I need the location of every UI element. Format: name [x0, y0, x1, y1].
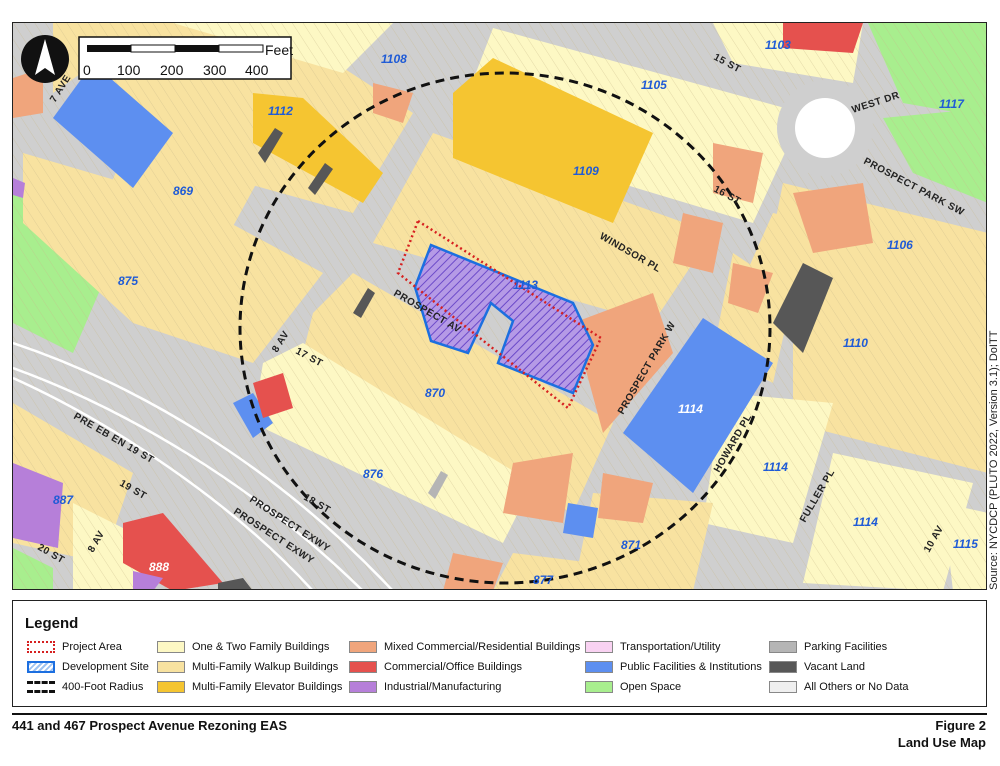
block-label: 1106 [887, 238, 913, 252]
scale-tick: 0 [83, 62, 91, 78]
legend-label: Vacant Land [804, 661, 865, 673]
block-label: 1113 [513, 278, 538, 292]
legend-item: Multi-Family Walkup Buildings [157, 661, 338, 673]
legend-item: Transportation/Utility [585, 641, 720, 653]
block-label: 1117 [939, 97, 965, 111]
scale-tick: 300 [203, 62, 227, 78]
legend-item: Parking Facilities [769, 641, 887, 653]
legend-item-radius: 400-Foot Radius [27, 681, 143, 693]
legend-item: Vacant Land [769, 661, 865, 673]
color-swatch [769, 681, 797, 693]
block-label: 1108 [381, 52, 407, 66]
legend-label: 400-Foot Radius [62, 681, 144, 693]
scale-tick: 100 [117, 62, 141, 78]
legend-label: Public Facilities & Institutions [620, 661, 762, 673]
scale-tick: 200 [160, 62, 184, 78]
legend-label: Open Space [620, 681, 682, 693]
project-area-swatch [27, 641, 55, 653]
color-swatch [769, 661, 797, 673]
block-label: 887 [53, 493, 74, 507]
legend-item: Open Space [585, 681, 681, 693]
legend-title: Legend [25, 615, 79, 632]
legend-label: Multi-Family Walkup Buildings [192, 661, 339, 673]
block-label: 888 [149, 560, 169, 574]
traffic-circle-island [795, 98, 855, 158]
block-label: 1115 [953, 537, 978, 551]
block-label: 871 [621, 538, 641, 552]
block-label: 1114 [763, 460, 788, 474]
color-swatch [585, 661, 613, 673]
scale-unit: Feet [265, 42, 293, 58]
north-arrow-icon [21, 35, 69, 83]
block-label: 876 [363, 467, 383, 481]
block-label: 877 [533, 573, 554, 587]
legend-item: All Others or No Data [769, 681, 909, 693]
legend-item: Public Facilities & Institutions [585, 661, 762, 673]
block-label: 1103 [765, 38, 791, 52]
legend-label: Parking Facilities [804, 641, 888, 653]
block-label: 870 [425, 386, 445, 400]
map-canvas: 1108 1103 1105 1117 1112 1109 869 1106 8… [13, 23, 986, 589]
legend-label: Commercial/Office Buildings [384, 661, 522, 673]
block-label: 1114 [678, 402, 703, 416]
legend-label: Industrial/Manufacturing [384, 681, 502, 693]
color-swatch [157, 661, 185, 673]
legend-item-project-area: Project Area [27, 641, 122, 653]
scale-bar: Feet 0 100 200 300 400 [78, 36, 293, 80]
figure-number: Figure 2 [935, 718, 986, 733]
legend-item: One & Two Family Buildings [157, 641, 329, 653]
color-swatch [585, 681, 613, 693]
legend-item: Industrial/Manufacturing [349, 681, 501, 693]
color-swatch [157, 641, 185, 653]
development-site-swatch [27, 661, 55, 673]
block-label: 869 [173, 184, 193, 198]
project-title: 441 and 467 Prospect Avenue Rezoning EAS [12, 718, 288, 733]
commercial-parcel [783, 23, 863, 53]
block-label: 1109 [573, 164, 599, 178]
legend-label: One & Two Family Buildings [192, 641, 330, 653]
color-swatch [349, 661, 377, 673]
block-label: 1114 [853, 515, 878, 529]
legend-item-development-site: Development Site [27, 661, 149, 673]
block-label: 1110 [843, 336, 868, 350]
legend-item: Commercial/Office Buildings [349, 661, 522, 673]
source-note: Source: NYCDCP (PLUTO 2022, Version 3.1)… [988, 330, 1000, 590]
legend-item: Mixed Commercial/Residential Buildings [349, 641, 580, 653]
footer-rule [12, 713, 987, 715]
color-swatch [157, 681, 185, 693]
color-swatch [349, 641, 377, 653]
block-label: 1105 [641, 78, 667, 92]
legend-label: Mixed Commercial/Residential Buildings [384, 641, 581, 653]
color-swatch [349, 681, 377, 693]
legend-label: Development Site [62, 661, 149, 673]
color-swatch [585, 641, 613, 653]
land-use-map[interactable]: 1108 1103 1105 1117 1112 1109 869 1106 8… [12, 22, 987, 590]
figure-title: Land Use Map [897, 735, 986, 750]
legend-item: Multi-Family Elevator Buildings [157, 681, 342, 693]
color-swatch [769, 641, 797, 653]
public-facility [563, 503, 598, 538]
legend-label: Project Area [62, 641, 122, 653]
legend-label: Multi-Family Elevator Buildings [192, 681, 343, 693]
radius-swatch [27, 681, 55, 693]
block-label: 1112 [268, 104, 293, 118]
block-label: 875 [118, 274, 138, 288]
scale-tick: 400 [245, 62, 269, 78]
legend: Legend Project Area Development Site 400… [12, 600, 987, 707]
legend-label: All Others or No Data [804, 681, 909, 693]
legend-label: Transportation/Utility [620, 641, 721, 653]
